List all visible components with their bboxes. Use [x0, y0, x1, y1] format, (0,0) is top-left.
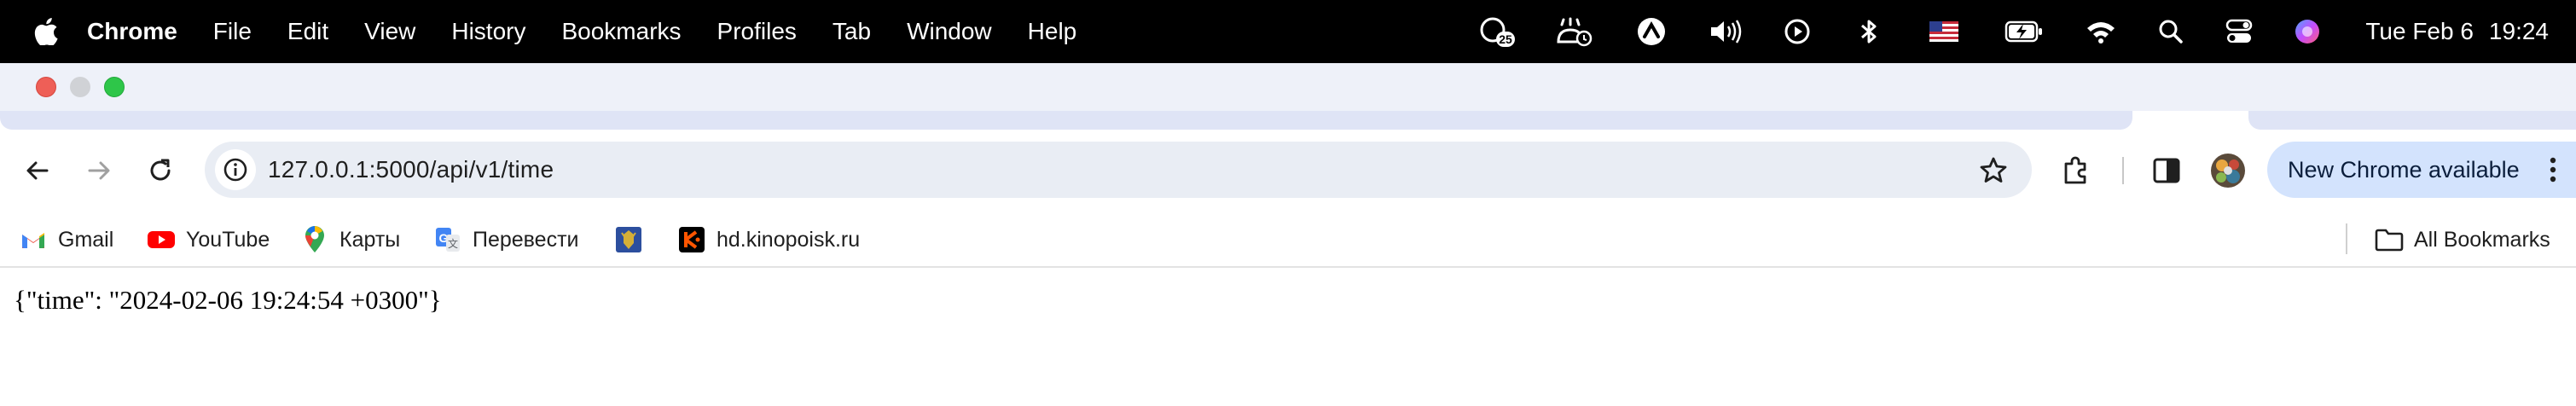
emblem-icon	[614, 225, 643, 254]
bookmark-translate[interactable]: G文 Перевести	[433, 223, 579, 256]
reload-button[interactable]	[142, 152, 179, 189]
siri-icon[interactable]	[2273, 0, 2341, 63]
extensions-button[interactable]	[2057, 152, 2095, 189]
tab-strip-background-right	[2248, 111, 2576, 130]
vpn-icon[interactable]	[1613, 0, 1690, 63]
folder-icon	[2375, 225, 2404, 254]
notification-badge-count: 25	[1500, 32, 1513, 46]
menu-profiles[interactable]: Profiles	[717, 18, 797, 45]
menu-bookmarks[interactable]: Bookmarks	[561, 18, 681, 45]
menu-history[interactable]: History	[451, 18, 525, 45]
cloud-sync-icon[interactable]	[1535, 0, 1613, 63]
address-bar[interactable]: 127.0.0.1:5000/api/v1/time	[205, 142, 2032, 198]
app-name-menu[interactable]: Chrome	[87, 18, 177, 45]
bookmark-label: Перевести	[473, 227, 579, 252]
bookmark-label: hd.kinopoisk.ru	[717, 227, 861, 252]
translate-icon: G文	[433, 225, 462, 254]
forward-arrow-icon	[88, 161, 110, 180]
volume-icon[interactable]	[1690, 0, 1761, 63]
browser-toolbar: 127.0.0.1:5000/api/v1/time New Chrome av…	[0, 130, 2576, 212]
bookmark-gmail[interactable]: Gmail	[19, 223, 113, 256]
zoom-window-button[interactable]	[104, 77, 125, 97]
minimize-window-button[interactable]	[70, 77, 90, 97]
kinopoisk-icon	[677, 225, 706, 254]
more-menu-icon[interactable]	[2549, 156, 2557, 188]
all-bookmarks-label: All Bookmarks	[2414, 227, 2550, 252]
bookmarks-separator	[2346, 223, 2347, 254]
spotlight-search-icon[interactable]	[2137, 0, 2205, 63]
gmail-icon	[19, 225, 48, 254]
page-content: {"time": "2024-02-06 19:24:54 +0300"}	[0, 270, 2576, 406]
menu-tab[interactable]: Tab	[833, 18, 871, 45]
youtube-icon	[147, 225, 176, 254]
side-panel-icon	[2153, 158, 2180, 183]
bookmark-label: Карты	[339, 227, 401, 252]
menubar-clock[interactable]: Tue Feb 6 19:24	[2365, 18, 2549, 45]
bookmark-star-button[interactable]	[1979, 156, 2008, 188]
play-icon[interactable]	[1761, 0, 1833, 63]
toolbar-separator	[2122, 157, 2124, 184]
tab-strip-background	[0, 111, 2132, 130]
star-icon	[1980, 157, 2007, 183]
bookmark-kinopoisk[interactable]: hd.kinopoisk.ru	[677, 223, 860, 256]
new-chrome-available-button[interactable]: New Chrome available	[2267, 142, 2576, 198]
battery-charging-icon[interactable]	[1983, 0, 2065, 63]
back-arrow-icon	[26, 161, 49, 180]
all-bookmarks-button[interactable]: All Bookmarks	[2375, 223, 2550, 256]
puzzle-icon	[2064, 156, 2086, 184]
menu-file[interactable]: File	[213, 18, 252, 45]
status-area: 25 Tue Feb 6 19:24	[1461, 0, 2576, 63]
window-titlebar[interactable]	[0, 63, 2576, 111]
macos-menu-bar: Chrome File Edit View History Bookmarks …	[0, 0, 2576, 63]
clock-time: 19:24	[2488, 18, 2549, 44]
maps-pin-icon	[300, 225, 329, 254]
us-flag-icon[interactable]	[1905, 0, 1983, 63]
forward-button[interactable]	[80, 152, 118, 189]
svg-text:文: 文	[448, 237, 458, 250]
bookmarks-bar: Gmail YouTube Карты G文 Перевести hd.kino…	[0, 212, 2576, 268]
url-text[interactable]: 127.0.0.1:5000/api/v1/time	[268, 156, 554, 183]
menu-window[interactable]: Window	[907, 18, 992, 45]
bluetooth-icon[interactable]	[1833, 0, 1905, 63]
notification-badge-icon[interactable]: 25	[1461, 0, 1535, 63]
apple-menu-icon[interactable]	[34, 18, 58, 45]
clock-date: Tue Feb 6	[2365, 18, 2474, 44]
info-icon	[223, 158, 247, 182]
menu-edit[interactable]: Edit	[287, 18, 328, 45]
side-panel-button[interactable]	[2148, 152, 2185, 189]
menu-view[interactable]: View	[364, 18, 415, 45]
bookmark-youtube[interactable]: YouTube	[147, 223, 270, 256]
site-info-button[interactable]	[215, 149, 256, 190]
profile-avatar[interactable]	[2209, 152, 2247, 189]
wifi-icon[interactable]	[2065, 0, 2137, 63]
control-center-icon[interactable]	[2205, 0, 2273, 63]
bookmark-maps[interactable]: Карты	[300, 223, 400, 256]
reload-icon	[150, 159, 171, 181]
bookmark-label: YouTube	[186, 227, 270, 252]
avatar-icon	[2211, 154, 2245, 188]
bookmark-label: Gmail	[58, 227, 114, 252]
menu-help[interactable]: Help	[1028, 18, 1077, 45]
bookmark-emblem[interactable]	[614, 223, 653, 256]
close-window-button[interactable]	[36, 77, 56, 97]
back-button[interactable]	[19, 152, 56, 189]
tab-strip	[0, 111, 2576, 130]
update-label: New Chrome available	[2288, 157, 2520, 183]
json-response-text: {"time": "2024-02-06 19:24:54 +0300"}	[14, 285, 442, 315]
